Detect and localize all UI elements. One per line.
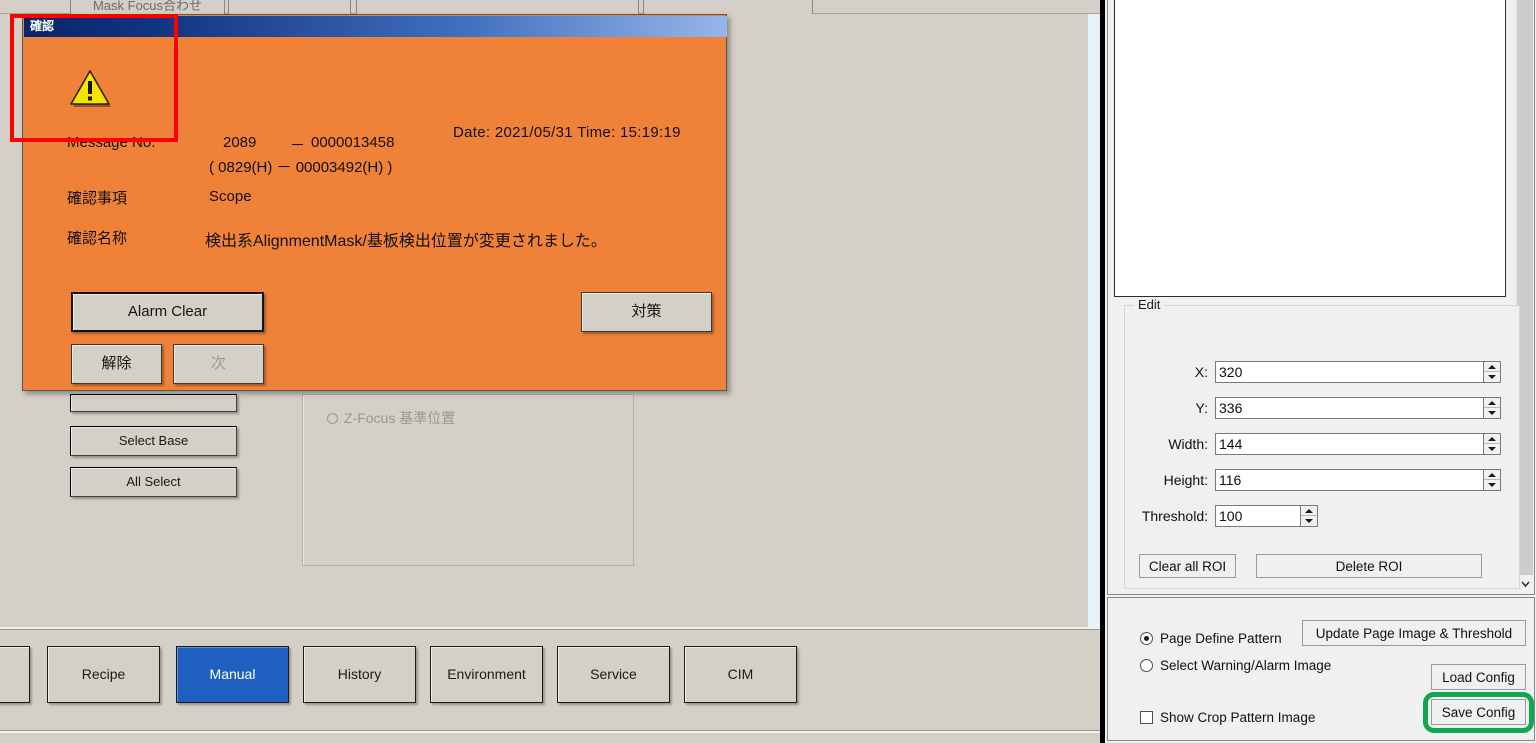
height-spin-up-icon[interactable] bbox=[1484, 470, 1500, 480]
dialog-title-bar[interactable]: 確認 bbox=[24, 16, 727, 37]
radio-page-define-label: Page Define Pattern bbox=[1160, 631, 1282, 646]
edit-group-box: Edit X: 320 Y: 336 Width: 144 Height: 11… bbox=[1124, 297, 1520, 589]
width-spinner[interactable]: 144 bbox=[1215, 433, 1501, 455]
nav-tab-history[interactable]: History bbox=[303, 646, 416, 703]
edit-group-legend: Edit bbox=[1134, 297, 1165, 312]
x-spin-down-icon[interactable] bbox=[1484, 372, 1500, 382]
checkbox-show-crop-pattern-image[interactable]: Show Crop Pattern Image bbox=[1140, 710, 1315, 725]
z-focus-radio-option[interactable]: Z-Focus 基準位置 bbox=[327, 408, 455, 428]
delete-roi-button[interactable]: Delete ROI bbox=[1256, 554, 1482, 578]
width-spin-up-icon[interactable] bbox=[1484, 434, 1500, 444]
width-field-label: Width: bbox=[1168, 436, 1208, 452]
checkbox-icon bbox=[1140, 711, 1153, 724]
nav-tab-recipe[interactable]: Recipe bbox=[47, 646, 160, 703]
dialog-title-text: 確認 bbox=[30, 19, 55, 33]
top-tab-mask-focus[interactable]: Mask Focus合わせ bbox=[70, 0, 225, 14]
radio-page-define-pattern[interactable]: Page Define Pattern bbox=[1140, 631, 1282, 646]
nav-tab-partial[interactable] bbox=[0, 646, 30, 703]
field-row-y: Y: 336 bbox=[1139, 397, 1507, 419]
message-no-hex: ( 0829(H) － 00003492(H) ) bbox=[209, 159, 393, 176]
top-tab-2[interactable] bbox=[228, 0, 351, 14]
nav-tab-environment[interactable]: Environment bbox=[430, 646, 543, 703]
threshold-field-label: Threshold: bbox=[1141, 508, 1208, 524]
z-focus-group-panel: Z-Focus 基準位置 bbox=[302, 394, 634, 566]
top-tab-strip: Mask Focus合わせ bbox=[0, 0, 1100, 14]
y-input[interactable]: 336 bbox=[1216, 398, 1483, 418]
hidden-partial-button[interactable] bbox=[70, 394, 237, 412]
radio-select-warning-alarm-image[interactable]: Select Warning/Alarm Image bbox=[1140, 658, 1331, 673]
message-no-id: 0000013458 bbox=[311, 134, 395, 151]
dialog-date-time: Date: 2021/05/31 Time: 15:19:19 bbox=[453, 124, 681, 141]
field-row-width: Width: 144 bbox=[1139, 433, 1507, 455]
z-focus-radio-label: Z-Focus 基準位置 bbox=[344, 410, 456, 426]
radio-icon bbox=[327, 412, 338, 424]
height-field-label: Height: bbox=[1163, 472, 1208, 488]
warning-triangle-icon bbox=[70, 70, 111, 107]
checkbox-show-crop-label: Show Crop Pattern Image bbox=[1160, 710, 1316, 725]
select-base-button[interactable]: Select Base bbox=[70, 426, 237, 456]
y-field-label: Y: bbox=[1195, 400, 1208, 416]
countermeasure-button[interactable]: 対策 bbox=[581, 292, 712, 332]
height-spin-down-icon[interactable] bbox=[1484, 480, 1500, 490]
field-row-threshold: Threshold: 100 bbox=[1139, 505, 1507, 527]
nav-tab-manual[interactable]: Manual bbox=[176, 646, 289, 703]
load-config-button[interactable]: Load Config bbox=[1431, 664, 1526, 690]
top-tab-3[interactable] bbox=[356, 0, 639, 14]
height-input[interactable]: 116 bbox=[1216, 470, 1483, 490]
nav-tab-service[interactable]: Service bbox=[557, 646, 670, 703]
radio-icon bbox=[1140, 632, 1153, 645]
x-field-label: X: bbox=[1194, 364, 1208, 380]
field-row-height: Height: 116 bbox=[1139, 469, 1507, 491]
width-input[interactable]: 144 bbox=[1216, 434, 1483, 454]
x-input[interactable]: 320 bbox=[1216, 362, 1483, 382]
width-spin-buttons[interactable] bbox=[1483, 434, 1500, 454]
update-page-image-threshold-button[interactable]: Update Page Image & Threshold bbox=[1302, 620, 1526, 646]
threshold-spin-buttons[interactable] bbox=[1300, 506, 1317, 526]
bottom-navigation-bar: Recipe Manual History Environment Servic… bbox=[0, 627, 1100, 743]
threshold-spin-down-icon[interactable] bbox=[1301, 516, 1317, 526]
select-base-label: Select Base bbox=[118, 433, 189, 448]
options-panel: Page Define Pattern Select Warning/Alarm… bbox=[1107, 597, 1535, 741]
y-spin-down-icon[interactable] bbox=[1484, 408, 1500, 418]
x-spinner[interactable]: 320 bbox=[1215, 361, 1501, 383]
alarm-clear-button[interactable]: Alarm Clear bbox=[71, 292, 264, 332]
save-config-button[interactable]: Save Config bbox=[1431, 699, 1526, 725]
top-tab-4[interactable] bbox=[643, 0, 813, 14]
release-button[interactable]: 解除 bbox=[71, 344, 162, 384]
message-no-label: Message No. bbox=[67, 134, 156, 151]
name-label: 確認名称 bbox=[67, 230, 128, 247]
clear-all-roi-button[interactable]: Clear all ROI bbox=[1139, 554, 1236, 578]
field-row-x: X: 320 bbox=[1139, 361, 1507, 383]
scope-value: Scope bbox=[209, 188, 252, 205]
roi-config-panel: Edit X: 320 Y: 336 Width: 144 Height: 11… bbox=[1104, 0, 1536, 743]
radio-icon bbox=[1140, 659, 1153, 672]
name-value: 検出系AlignmentMask/基板検出位置が変更されました。 bbox=[205, 233, 607, 250]
screenshot-root: Mask Focus合わせ Select Base All Select Z-F… bbox=[0, 0, 1536, 743]
hmi-application: Mask Focus合わせ Select Base All Select Z-F… bbox=[0, 0, 1100, 743]
all-select-label: All Select bbox=[126, 474, 181, 489]
x-spin-up-icon[interactable] bbox=[1484, 362, 1500, 372]
threshold-spinner[interactable]: 100 bbox=[1215, 505, 1318, 527]
radio-select-warning-label: Select Warning/Alarm Image bbox=[1160, 658, 1332, 673]
message-no-dash: － bbox=[290, 137, 306, 154]
height-spinner[interactable]: 116 bbox=[1215, 469, 1501, 491]
roi-top-frame: Edit X: 320 Y: 336 Width: 144 Height: 11… bbox=[1107, 0, 1535, 595]
confirmation-dialog: 確認 Message No. 2089 － 0000013458 ( 0829(… bbox=[22, 14, 727, 391]
next-button[interactable]: 次 bbox=[173, 344, 264, 384]
message-no-value: 2089 bbox=[223, 134, 257, 151]
scope-label: 確認事項 bbox=[67, 190, 128, 207]
nav-tab-cim[interactable]: CIM bbox=[684, 646, 797, 703]
all-select-button[interactable]: All Select bbox=[70, 467, 237, 497]
width-spin-down-icon[interactable] bbox=[1484, 444, 1500, 454]
y-spin-buttons[interactable] bbox=[1483, 398, 1500, 418]
x-spin-buttons[interactable] bbox=[1483, 362, 1500, 382]
threshold-input[interactable]: 100 bbox=[1216, 506, 1300, 526]
hmi-right-white-strip bbox=[1088, 14, 1100, 627]
threshold-spin-up-icon[interactable] bbox=[1301, 506, 1317, 516]
y-spin-up-icon[interactable] bbox=[1484, 398, 1500, 408]
y-spinner[interactable]: 336 bbox=[1215, 397, 1501, 419]
height-spin-buttons[interactable] bbox=[1483, 470, 1500, 490]
roi-image-view[interactable] bbox=[1114, 0, 1506, 297]
